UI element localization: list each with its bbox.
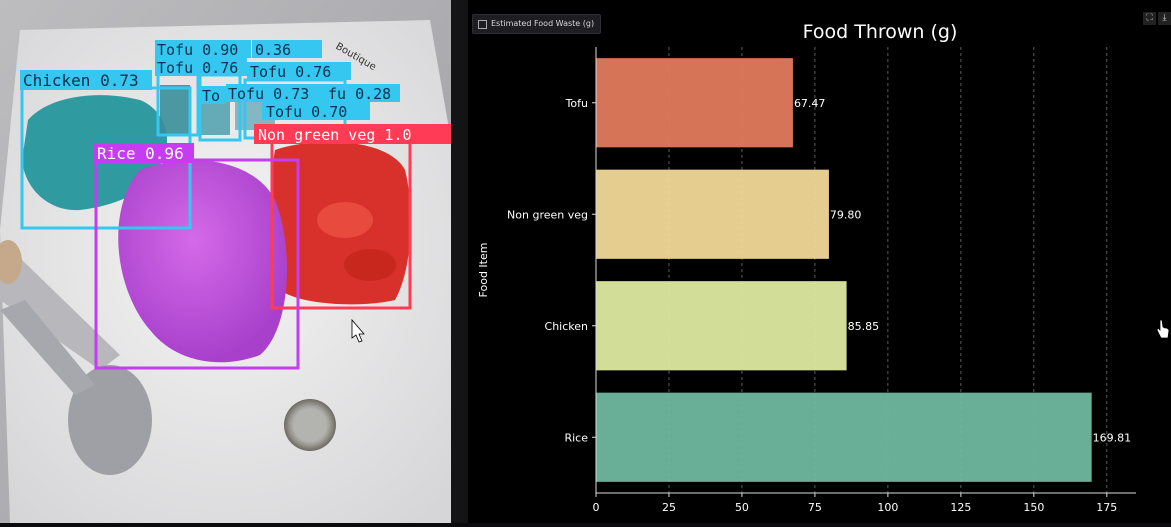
y-tick-label: Rice [564, 431, 588, 444]
bar-value-label: 169.81 [1093, 431, 1132, 444]
detection-label: Tofu 0.76 [250, 63, 331, 81]
detection-label: 0.36 [255, 41, 291, 59]
x-tick-label: 175 [1096, 501, 1117, 514]
detection-label: Tofu 0.90 [157, 41, 238, 59]
plate-photo: Boutique Chicken 0.73 Tofu 0.90 0.36 Tof… [0, 0, 451, 523]
bar [596, 392, 1092, 482]
x-tick-label: 25 [662, 501, 676, 514]
hand-cursor-icon [1156, 319, 1170, 339]
detection-label: Rice 0.96 [97, 144, 184, 163]
y-tick-label: Tofu [565, 97, 588, 110]
tomato-piece [317, 202, 373, 238]
bars: 67.47 79.80 85.85 169.81 [596, 58, 1131, 482]
coin-center [293, 408, 327, 442]
y-tick-label: Chicken [545, 320, 589, 333]
split-divider[interactable] [451, 0, 468, 523]
detection-image: Boutique Chicken 0.73 Tofu 0.90 0.36 Tof… [0, 0, 451, 523]
chart-panel: 67.47 79.80 85.85 169.81 0 25 50 75 100 125 150 17… [468, 0, 1171, 523]
chart-icon [478, 20, 487, 29]
bar-chart: 67.47 79.80 85.85 169.81 0 25 50 75 100 125 150 17… [477, 21, 1136, 514]
detection-label: fu 0.28 [328, 85, 391, 103]
tab-estimated-food-waste[interactable]: Estimated Food Waste (g) [472, 14, 602, 34]
x-tick-label: 50 [735, 501, 749, 514]
chart-title: Food Thrown (g) [803, 21, 958, 43]
detection-label: Non green veg 1.0 [258, 126, 412, 144]
x-tick-label: 125 [950, 501, 971, 514]
detection-label: Tofu 0.70 [266, 103, 347, 121]
tomato-piece [344, 249, 396, 281]
fullscreen-icon[interactable]: ⛶ [1143, 12, 1156, 25]
y-tick-label: Non green veg [507, 208, 588, 221]
download-icon[interactable]: ⤓ [1158, 12, 1171, 25]
bar [596, 58, 793, 148]
y-axis-label: Food Item [477, 243, 490, 298]
detection-label: Chicken 0.73 [23, 71, 139, 90]
tofu-segment [160, 85, 190, 135]
bar-value-label: 85.85 [848, 320, 880, 333]
x-tick-label: 100 [877, 501, 898, 514]
bar [596, 169, 829, 259]
detection-label: Tofu 0.73 [228, 85, 309, 103]
detection-label: To [202, 87, 220, 105]
bar-value-label: 67.47 [794, 97, 826, 110]
x-tick-label: 150 [1023, 501, 1044, 514]
x-tick-label: 75 [808, 501, 822, 514]
bar [596, 281, 847, 371]
x-tick-label: 0 [593, 501, 600, 514]
detection-label: Tofu 0.76 [157, 59, 238, 77]
bar-value-label: 79.80 [830, 208, 862, 221]
tab-label: Estimated Food Waste (g) [491, 19, 595, 28]
